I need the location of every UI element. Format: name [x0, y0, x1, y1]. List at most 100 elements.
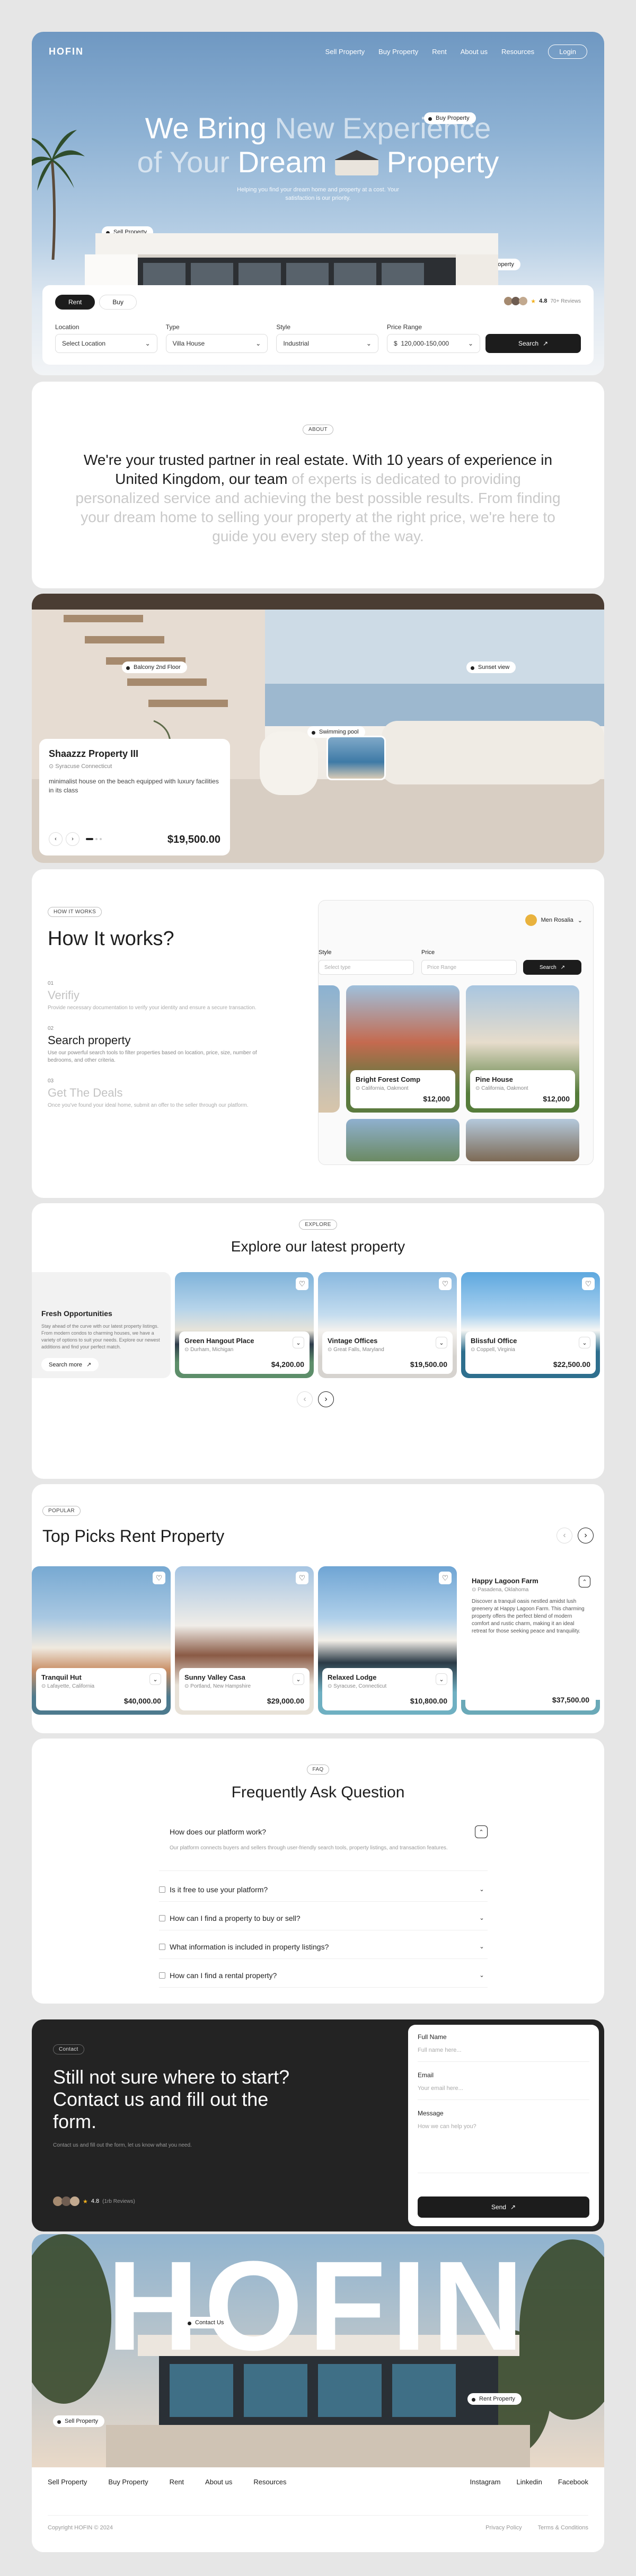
terms-link[interactable]: Terms & Conditions [538, 2525, 588, 2531]
linkedin-link[interactable]: Linkedin [516, 2478, 542, 2486]
footer-link-resources[interactable]: Resources [253, 2478, 286, 2486]
arrow-right-icon: ↗ [510, 2203, 516, 2211]
price-range-select[interactable]: $ 120,000-150,000 ⌄ [386, 334, 481, 353]
faq-item[interactable]: What information is included in property… [159, 1935, 488, 1959]
featured-property-card[interactable]: Shaazzz Property III ⊙ Syracuse Connecti… [39, 739, 230, 855]
tag-contact-us[interactable]: Contact Us [183, 2317, 231, 2328]
faq-item[interactable]: Is it free to use your platform? ⌄ [159, 1877, 488, 1902]
faq-section: FAQ Frequently Ask Question How does our… [32, 1739, 604, 2004]
pool-thumbnail[interactable] [326, 736, 386, 780]
about-badge: ABOUT [303, 425, 333, 435]
message-textarea[interactable]: How we can help you? [418, 2120, 589, 2173]
footer-link-sell[interactable]: Sell Property [48, 2478, 87, 2486]
nav-link-resources[interactable]: Resources [501, 48, 534, 56]
faq-item[interactable]: How can I find a property to buy or sell… [159, 1906, 488, 1930]
chevron-down-icon[interactable]: ⌄ [476, 1884, 488, 1895]
prev-arrow-button[interactable]: ‹ [297, 1391, 313, 1407]
contact-rating: ★ 4.8 (1rb Reviews) [53, 2196, 135, 2206]
tag-buy-property[interactable]: Buy Property [424, 112, 476, 124]
heart-icon[interactable]: ♡ [153, 1572, 165, 1584]
prev-arrow-button[interactable]: ‹ [49, 832, 63, 846]
about-text: We're your trusted partner in real estat… [75, 452, 561, 544]
mockup-card[interactable]: Pine House ⊙ California, Oakmont $12,000 [466, 985, 579, 1113]
property-card[interactable]: ♡ ⌄ Green Hangout Place ⊙ Durham, Michigan… [175, 1272, 314, 1378]
faq-badge: FAQ [306, 1765, 330, 1775]
heart-icon[interactable]: ♡ [582, 1277, 595, 1290]
tag-balcony[interactable]: Balcony 2nd Floor [122, 661, 187, 673]
mockup-price-select[interactable]: Price Range [421, 960, 517, 975]
location-select[interactable]: Select Location ⌄ [55, 334, 157, 353]
heart-icon[interactable]: ♡ [439, 1277, 452, 1290]
contact-section: Contact Still not sure where to start? C… [32, 2019, 604, 2231]
heart-icon[interactable]: ♡ [296, 1277, 308, 1290]
chevron-down-icon[interactable]: ⌄ [476, 1941, 488, 1953]
chevron-down-icon[interactable]: ⌄ [476, 1970, 488, 1981]
mockup-card[interactable] [466, 1119, 579, 1161]
chevron-down-icon[interactable]: ⌄ [476, 1912, 488, 1924]
step-2: 02 Search property Use our powerful sear… [48, 1026, 257, 1063]
arrow-right-icon: ↗ [86, 1362, 92, 1368]
mockup-card[interactable]: Bright Forest Comp ⊙ California, Oakmont $… [346, 985, 460, 1113]
faq-item[interactable]: How can I find a rental property? ⌄ [159, 1963, 488, 1988]
nav-link-about[interactable]: About us [461, 48, 488, 56]
property-card[interactable]: ♡ ⌄ Vintage Offices ⊙ Great Falls, Marylan… [318, 1272, 457, 1378]
location-pin-icon: ⊙ [475, 1086, 480, 1091]
contact-title: Still not sure where to start? Contact u… [53, 2066, 290, 2132]
chevron-down-icon[interactable]: ⌄ [293, 1673, 304, 1685]
faq-item-open[interactable]: How does our platform work? ⌃ Our platfo… [159, 1823, 488, 1871]
tab-rent[interactable]: Rent [55, 295, 95, 310]
chevron-down-icon: ⌄ [366, 340, 372, 347]
property-card[interactable]: ♡ ⌄ Tranquil Hut ⊙ Lafayette, California $4… [32, 1566, 171, 1715]
next-arrow-button[interactable]: › [66, 832, 80, 846]
heart-icon[interactable]: ♡ [296, 1572, 308, 1584]
chevron-down-icon[interactable]: ⌄ [149, 1673, 161, 1685]
chevron-down-icon[interactable]: ⌄ [579, 1337, 590, 1348]
tag-rent-property[interactable]: Rent Property [467, 2393, 522, 2405]
search-button[interactable]: Search ↗ [485, 334, 581, 353]
location-pin-icon: ⊙ [356, 1086, 360, 1091]
chevron-down-icon[interactable]: ⌄ [436, 1673, 447, 1685]
search-more-button[interactable]: Search more ↗ [41, 1358, 99, 1371]
footer-link-rent[interactable]: Rent [170, 2478, 184, 2486]
tag-sunset-view[interactable]: Sunset view [466, 661, 516, 673]
how-steps: 01 Verifiy Provide necessary documentati… [48, 981, 270, 1109]
next-arrow-button[interactable]: › [318, 1391, 334, 1407]
how-title: How It works? [48, 928, 174, 950]
mockup-card[interactable] [346, 1119, 460, 1161]
chevron-up-icon[interactable]: ⌃ [475, 1825, 488, 1838]
send-button[interactable]: Send ↗ [418, 2196, 589, 2218]
mockup-card-left[interactable] [319, 985, 340, 1113]
tag-sell-property[interactable]: Sell Property [53, 2415, 104, 2427]
hero-title: We Bring New Experience of Your Dream Pr… [137, 111, 499, 179]
privacy-link[interactable]: Privacy Policy [485, 2525, 522, 2531]
instagram-link[interactable]: Instagram [470, 2478, 501, 2486]
footer-big-logo: HOFIN [107, 2235, 529, 2377]
email-input[interactable]: Your email here... [418, 2082, 589, 2100]
chevron-down-icon[interactable]: ⌄ [293, 1337, 304, 1348]
chevron-down-icon[interactable]: ⌄ [436, 1337, 447, 1348]
prev-arrow-button[interactable]: ‹ [556, 1528, 572, 1543]
nav-link-rent[interactable]: Rent [432, 48, 446, 56]
footer-links: Sell Property Buy Property Rent About us… [48, 2478, 287, 2486]
nav-link-sell[interactable]: Sell Property [325, 48, 365, 56]
login-button[interactable]: Login [548, 44, 587, 59]
property-card[interactable]: ♡ ⌄ Blissful Office ⊙ Coppell, Virginia $22… [461, 1272, 600, 1378]
chevron-up-icon[interactable]: ⌃ [579, 1576, 590, 1587]
next-arrow-button[interactable]: › [578, 1528, 594, 1543]
type-select[interactable]: Villa House ⌄ [165, 334, 268, 353]
property-card[interactable]: ♡ ⌄ Relaxed Lodge ⊙ Syracuse, Connecticut $… [318, 1566, 457, 1715]
mockup-style-select[interactable]: Select type [319, 960, 414, 975]
mockup-search-button[interactable]: Search ↗ [523, 960, 581, 975]
property-card[interactable]: ♡ ⌄ Sunny Valley Casa ⊙ Portland, New Hamp… [175, 1566, 314, 1715]
facebook-link[interactable]: Facebook [558, 2478, 588, 2486]
property-card-expanded[interactable]: ⌃ Happy Lagoon Farm ⊙ Pasadena, Oklahoma… [461, 1566, 600, 1715]
footer-link-about[interactable]: About us [205, 2478, 232, 2486]
name-input[interactable]: Full name here... [418, 2044, 589, 2062]
pagination-dots [86, 838, 102, 840]
style-select[interactable]: Industrial ⌄ [276, 334, 378, 353]
nav-link-buy[interactable]: Buy Property [378, 48, 418, 56]
heart-icon[interactable]: ♡ [439, 1572, 452, 1584]
logo[interactable]: HOFIN [49, 46, 84, 57]
tab-buy[interactable]: Buy [99, 295, 137, 310]
footer-link-buy[interactable]: Buy Property [108, 2478, 148, 2486]
